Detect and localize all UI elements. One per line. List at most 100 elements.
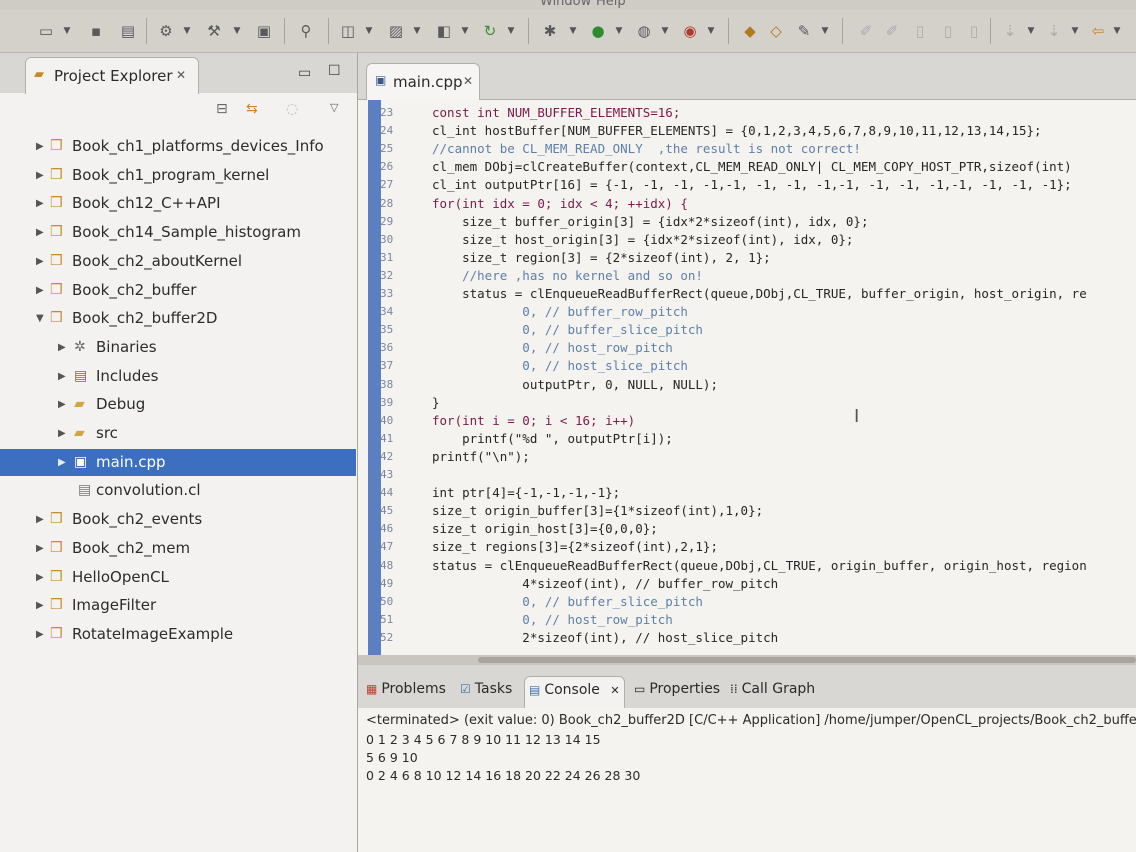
build-icon[interactable]: ⚙ (156, 20, 176, 42)
chevron-right-icon[interactable]: ▶ (36, 506, 44, 533)
next-icon[interactable]: ⇣ (1044, 20, 1064, 42)
chevron-down-icon[interactable]: ▼ (706, 20, 716, 42)
tree-item[interactable]: ▶ ❒ Book_ch12_C++API (0, 190, 356, 217)
code-line[interactable]: 0, // buffer_row_pitch (432, 303, 688, 321)
refresh-icon[interactable]: ↻ (480, 20, 500, 42)
chevron-right-icon[interactable]: ▶ (58, 449, 66, 476)
tree-item[interactable]: ▶ ❒ Book_ch1_program_kernel (0, 162, 356, 189)
chevron-right-icon[interactable]: ▶ (36, 133, 44, 160)
edit-icon[interactable]: ✎ (794, 20, 814, 42)
annotation-icon[interactable]: ✐ (856, 20, 876, 42)
annotation-icon[interactable]: ▯ (938, 20, 958, 42)
chevron-down-icon[interactable]: ▼ (1070, 20, 1080, 42)
code-line[interactable]: int ptr[4]={-1,-1,-1,-1}; (432, 484, 620, 502)
menu-help[interactable]: Help (596, 0, 626, 9)
new-class-icon[interactable]: ◫ (338, 20, 358, 42)
open-type-icon[interactable]: ◇ (766, 20, 786, 42)
tree-item[interactable]: ▶ ❒ Book_ch2_events (0, 506, 356, 533)
code-line[interactable]: size_t regions[3]={2*sizeof(int),2,1}; (432, 538, 718, 556)
code-line[interactable]: outputPtr, 0, NULL, NULL); (432, 376, 718, 394)
tree-item[interactable]: ▶ ▣ main.cpp (0, 448, 356, 476)
code-line[interactable]: cl_mem DObj=clCreateBuffer(context,CL_ME… (432, 158, 1072, 176)
tab-project-explorer[interactable]: ▰ Project Explorer ✕ (25, 57, 199, 94)
scrollbar-thumb[interactable] (478, 657, 1136, 663)
hammer-icon[interactable]: ⚒ (204, 20, 224, 42)
minimize-icon[interactable]: ▭ (298, 65, 311, 81)
chevron-right-icon[interactable]: ▶ (58, 420, 66, 447)
code-line[interactable]: 0, // host_slice_pitch (432, 357, 688, 375)
chevron-right-icon[interactable]: ▶ (36, 621, 44, 648)
tree-item[interactable]: ▶ ▰ Debug (0, 391, 356, 418)
chevron-down-icon[interactable]: ▼ (364, 20, 374, 42)
print-icon[interactable]: ▤ (118, 20, 138, 42)
code-line[interactable]: printf("\n"); (432, 448, 530, 466)
code-line[interactable]: size_t origin_host[3]={0,0,0}; (432, 520, 658, 538)
chevron-right-icon[interactable]: ▶ (36, 248, 44, 275)
chevron-down-icon[interactable]: ▼ (1026, 20, 1036, 42)
code-line[interactable]: size_t region[3] = {2*sizeof(int), 2, 1}… (432, 249, 771, 267)
chevron-down-icon[interactable]: ▼ (182, 20, 192, 42)
close-icon[interactable]: ✕ (463, 74, 473, 88)
code-line[interactable]: status = clEnqueueReadBufferRect(queue,D… (432, 285, 1087, 303)
tree-item[interactable]: ▶ ❒ Book_ch14_Sample_histogram (0, 219, 356, 246)
tree-item[interactable]: ▤ convolution.cl (0, 477, 356, 504)
chevron-right-icon[interactable]: ▶ (36, 277, 44, 304)
new-folder-icon[interactable]: ▨ (386, 20, 406, 42)
search-icon[interactable]: ⚲ (296, 20, 316, 42)
code-line[interactable]: size_t buffer_origin[3] = {idx*2*sizeof(… (432, 213, 868, 231)
tree-item[interactable]: ▶ ❒ RotateImageExample (0, 621, 356, 648)
code-line[interactable]: cl_int hostBuffer[NUM_BUFFER_ELEMENTS] =… (432, 122, 1042, 140)
tab-console[interactable]: ▤ Console ✕ (524, 676, 625, 709)
profile-icon[interactable]: ◍ (634, 20, 654, 42)
chevron-down-icon[interactable]: ▼ (568, 20, 578, 42)
code-line[interactable]: 0, // host_row_pitch (432, 611, 673, 629)
console-view[interactable]: <terminated> (exit value: 0) Book_ch2_bu… (358, 708, 1136, 852)
prev-icon[interactable]: ⇣ (1000, 20, 1020, 42)
chevron-right-icon[interactable]: ▶ (36, 535, 44, 562)
code-line[interactable]: } (432, 394, 440, 412)
chevron-right-icon[interactable]: ▶ (36, 564, 44, 591)
link-editor-icon[interactable]: ⇆ (246, 101, 258, 117)
code-line[interactable]: 2*sizeof(int), // host_slice_pitch (432, 629, 778, 647)
chevron-down-icon[interactable]: ▼ (412, 20, 422, 42)
code-line[interactable]: 0, // buffer_slice_pitch (432, 321, 703, 339)
tree-item[interactable]: ▶ ▰ src (0, 420, 356, 447)
chevron-down-icon[interactable]: ▼ (614, 20, 624, 42)
chevron-right-icon[interactable]: ▶ (58, 391, 66, 418)
chevron-right-icon[interactable]: ▶ (36, 219, 44, 246)
chevron-right-icon[interactable]: ▶ (58, 334, 66, 361)
run-icon[interactable]: ● (588, 20, 608, 42)
tree-item[interactable]: ▶ ❒ Book_ch2_aboutKernel (0, 248, 356, 275)
open-folder-icon[interactable]: ◆ (740, 20, 760, 42)
tab-tasks[interactable]: ☑ Tasks (460, 676, 512, 708)
tab-properties[interactable]: ▭ Properties (634, 676, 720, 708)
new-icon[interactable]: ▭ (36, 20, 56, 42)
tab-problems[interactable]: ▦ Problems (366, 676, 446, 708)
code-line[interactable]: size_t host_origin[3] = {idx*2*sizeof(in… (432, 231, 853, 249)
chevron-down-icon[interactable]: ▼ (820, 20, 830, 42)
tree-item[interactable]: ▶ ▤ Includes (0, 363, 356, 390)
code-line[interactable]: for(int idx = 0; idx < 4; ++idx) { (432, 195, 688, 213)
code-line[interactable]: 0, // host_row_pitch (432, 339, 673, 357)
tree-item[interactable]: ▶ ❒ HelloOpenCL (0, 564, 356, 591)
tree-item[interactable]: ▶ ❒ Book_ch1_platforms_devices_Info (0, 133, 356, 160)
code-line[interactable]: 4*sizeof(int), // buffer_row_pitch (432, 575, 778, 593)
annotation-icon[interactable]: ▯ (910, 20, 930, 42)
annotation-icon[interactable]: ▯ (964, 20, 984, 42)
chevron-right-icon[interactable]: ▶ (36, 190, 44, 217)
chevron-down-icon[interactable]: ▼ (62, 20, 72, 42)
collapse-all-icon[interactable]: ⊟ (216, 101, 228, 117)
view-menu-icon[interactable]: ▽ (330, 101, 338, 114)
chevron-down-icon[interactable]: ▼ (1112, 20, 1122, 42)
editor-horizontal-scrollbar[interactable] (358, 655, 1136, 665)
code-editor[interactable]: 23 24 25 26 27 28 29 30 31 32 33 34 35 36 37 38 39 40 41 42… (358, 100, 1136, 655)
code-line[interactable]: status = clEnqueueReadBufferRect(queue,D… (432, 557, 1087, 575)
menu-window[interactable]: Window (540, 0, 591, 9)
back-icon[interactable]: ⇦ (1088, 20, 1108, 42)
code-line[interactable]: const int NUM_BUFFER_ELEMENTS=16; (432, 104, 680, 122)
tree-item[interactable]: ▶ ✲ Binaries (0, 334, 356, 361)
binary-icon[interactable]: ▣ (254, 20, 274, 42)
new-source-icon[interactable]: ◧ (434, 20, 454, 42)
chevron-right-icon[interactable]: ▶ (58, 363, 66, 390)
code-line[interactable]: size_t origin_buffer[3]={1*sizeof(int),1… (432, 502, 763, 520)
